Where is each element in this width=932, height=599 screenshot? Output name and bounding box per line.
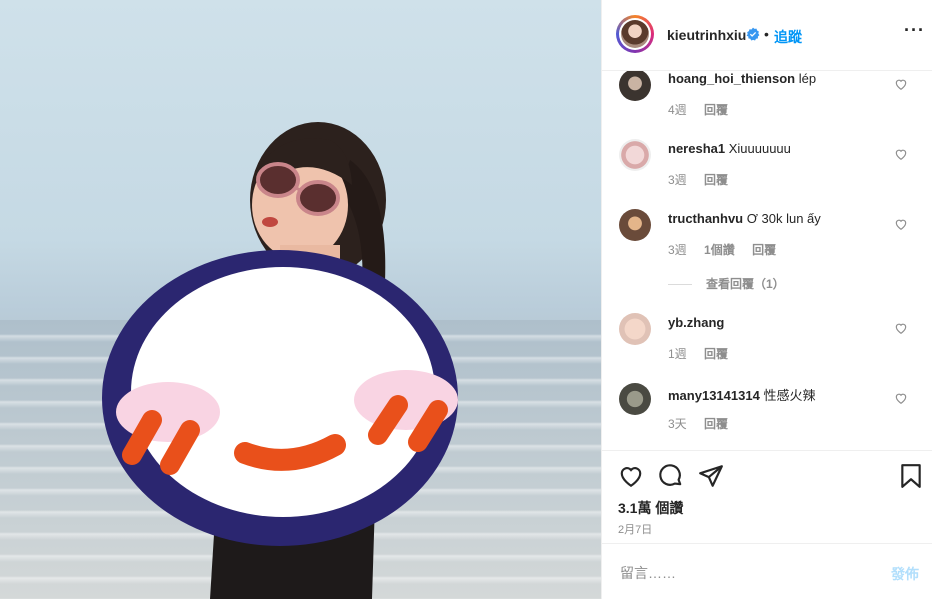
author-avatar[interactable] — [616, 15, 654, 53]
add-comment-bar: 發佈 — [602, 543, 932, 599]
comment-heart-icon[interactable] — [894, 321, 908, 335]
sticker-cheek-left — [116, 382, 220, 442]
reply-button[interactable]: 回覆 — [752, 243, 776, 257]
commenter-username[interactable]: neresha1 — [668, 141, 725, 156]
comment-heart-icon[interactable] — [894, 77, 908, 91]
header-separator: • — [764, 26, 769, 42]
reply-button[interactable]: 回覆 — [704, 347, 728, 361]
comment-item: neresha1 Xiuuuuuuu 3週 回覆 — [602, 139, 932, 211]
commenter-avatar[interactable] — [619, 383, 651, 415]
comment-text: Ơ 30k lun ấy — [746, 211, 821, 226]
post-header: kieutrinhxiu • 追蹤 ··· — [602, 0, 932, 71]
comments-list: hoang_hoi_thienson lép 4週 回覆 neresha1 Xi… — [602, 71, 932, 450]
author-username[interactable]: kieutrinhxiu — [667, 27, 746, 43]
comment-input[interactable] — [618, 561, 872, 585]
share-icon[interactable] — [698, 463, 724, 489]
comment-text: Xiuuuuuuu — [728, 141, 791, 156]
reply-button[interactable]: 回覆 — [704, 103, 728, 117]
commenter-username[interactable]: yb.zhang — [668, 315, 724, 330]
post-date[interactable]: 2月7日 — [618, 521, 652, 537]
post-sidebar: kieutrinhxiu • 追蹤 ··· hoang_hoi_thienson… — [601, 0, 932, 599]
like-count[interactable]: 3.1萬 個讚 — [618, 498, 683, 518]
follow-button[interactable]: 追蹤 — [774, 27, 802, 47]
view-replies-line — [668, 284, 692, 286]
more-options-icon[interactable]: ··· — [904, 20, 925, 41]
comment-heart-icon[interactable] — [894, 147, 908, 161]
view-replies-button[interactable]: 查看回覆（1） — [668, 275, 785, 292]
commenter-username[interactable]: many13141314 — [668, 388, 760, 403]
commenter-username[interactable]: tructhanhvu — [668, 211, 743, 226]
commenter-avatar[interactable] — [619, 71, 651, 101]
comment-text: 性感火辣 — [763, 388, 816, 403]
sticker-emoji — [102, 250, 458, 546]
heart-icon[interactable] — [618, 463, 644, 489]
comment-icon[interactable] — [658, 463, 684, 489]
comment-time[interactable]: 3週 — [668, 243, 687, 257]
commenter-avatar[interactable] — [619, 139, 651, 171]
comment-likes[interactable]: 1個讚 — [704, 243, 735, 257]
comment-heart-icon[interactable] — [894, 217, 908, 231]
instagram-post: kieutrinhxiu • 追蹤 ··· hoang_hoi_thienson… — [0, 0, 932, 599]
post-photo — [0, 0, 601, 599]
comment-text: lép — [798, 71, 817, 86]
comment-item: yb.zhang 1週 回覆 — [602, 313, 932, 385]
post-actions: 3.1萬 個讚 2月7日 — [602, 450, 932, 543]
reply-button[interactable]: 回覆 — [704, 173, 728, 187]
verified-icon — [746, 27, 760, 41]
comment-time[interactable]: 1週 — [668, 347, 687, 361]
commenter-username[interactable]: hoang_hoi_thienson — [668, 71, 795, 86]
post-comment-button[interactable]: 發佈 — [891, 564, 919, 584]
comment-time[interactable]: 4週 — [668, 103, 687, 117]
comment-item: many13141314 性感火辣 3天 回覆 — [602, 383, 932, 450]
comment-item: tructhanhvu Ơ 30k lun ấy 3週 1個讚 回覆 — [602, 209, 932, 281]
comment-heart-icon[interactable] — [894, 391, 908, 405]
comment-time[interactable]: 3週 — [668, 173, 687, 187]
comment-time[interactable]: 3天 — [668, 417, 687, 431]
reply-button[interactable]: 回覆 — [704, 417, 728, 431]
bookmark-icon[interactable] — [898, 463, 924, 489]
commenter-avatar[interactable] — [619, 313, 651, 345]
commenter-avatar[interactable] — [619, 209, 651, 241]
comment-item: hoang_hoi_thienson lép 4週 回覆 — [602, 71, 932, 141]
